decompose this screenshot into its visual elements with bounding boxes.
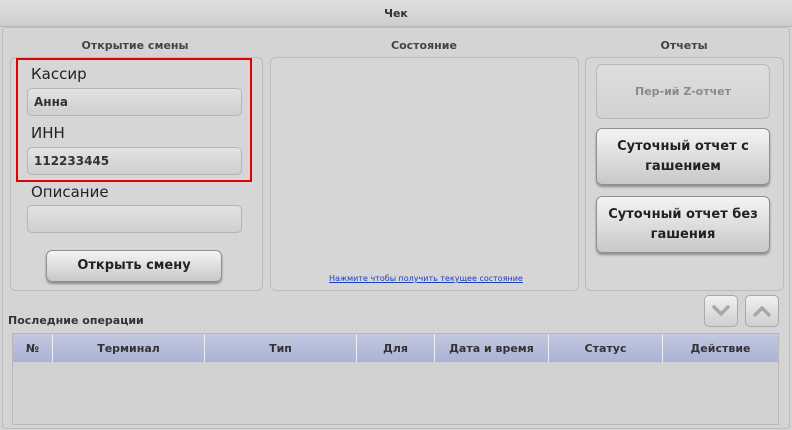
column-header-type[interactable]: Тип [205,334,357,362]
get-state-link[interactable]: Нажмите чтобы получить текущее состояние [329,274,523,283]
open-shift-button[interactable]: Открыть смену [46,250,222,282]
chevron-up-icon [753,306,771,317]
inn-field[interactable]: 112233445 [27,147,242,175]
section-title-state: Состояние [391,39,457,52]
daily-report-without-clear-button[interactable]: Суточный отчет без гашения [596,196,770,253]
operations-table: № Терминал Тип Для Дата и время Статус Д… [12,333,779,425]
scroll-down-button[interactable] [704,295,738,327]
description-field[interactable] [27,205,242,233]
section-title-open-shift: Открытие смены [81,39,189,52]
column-header-for[interactable]: Для [357,334,435,362]
state-panel [270,57,579,291]
window-title: Чек [0,0,792,27]
chevron-down-icon [712,305,730,316]
recent-operations-title: Последние операции [8,314,144,327]
description-label: Описание [31,183,109,201]
column-header-action[interactable]: Действие [663,334,778,362]
daily-report-with-clear-button[interactable]: Суточный отчет с гашением [596,128,770,185]
column-header-datetime[interactable]: Дата и время [435,334,549,362]
z-report-button[interactable]: Пер-ий Z-отчет [596,64,770,119]
scroll-up-button[interactable] [745,295,779,327]
column-header-terminal[interactable]: Терминал [53,334,205,362]
column-header-number[interactable]: № [13,334,53,362]
operations-table-header: № Терминал Тип Для Дата и время Статус Д… [13,334,778,362]
column-header-status[interactable]: Статус [549,334,663,362]
section-title-reports: Отчеты [660,39,708,52]
cashier-field[interactable]: Анна [27,88,242,116]
cashier-label: Кассир [31,65,87,83]
inn-label: ИНН [31,124,65,142]
